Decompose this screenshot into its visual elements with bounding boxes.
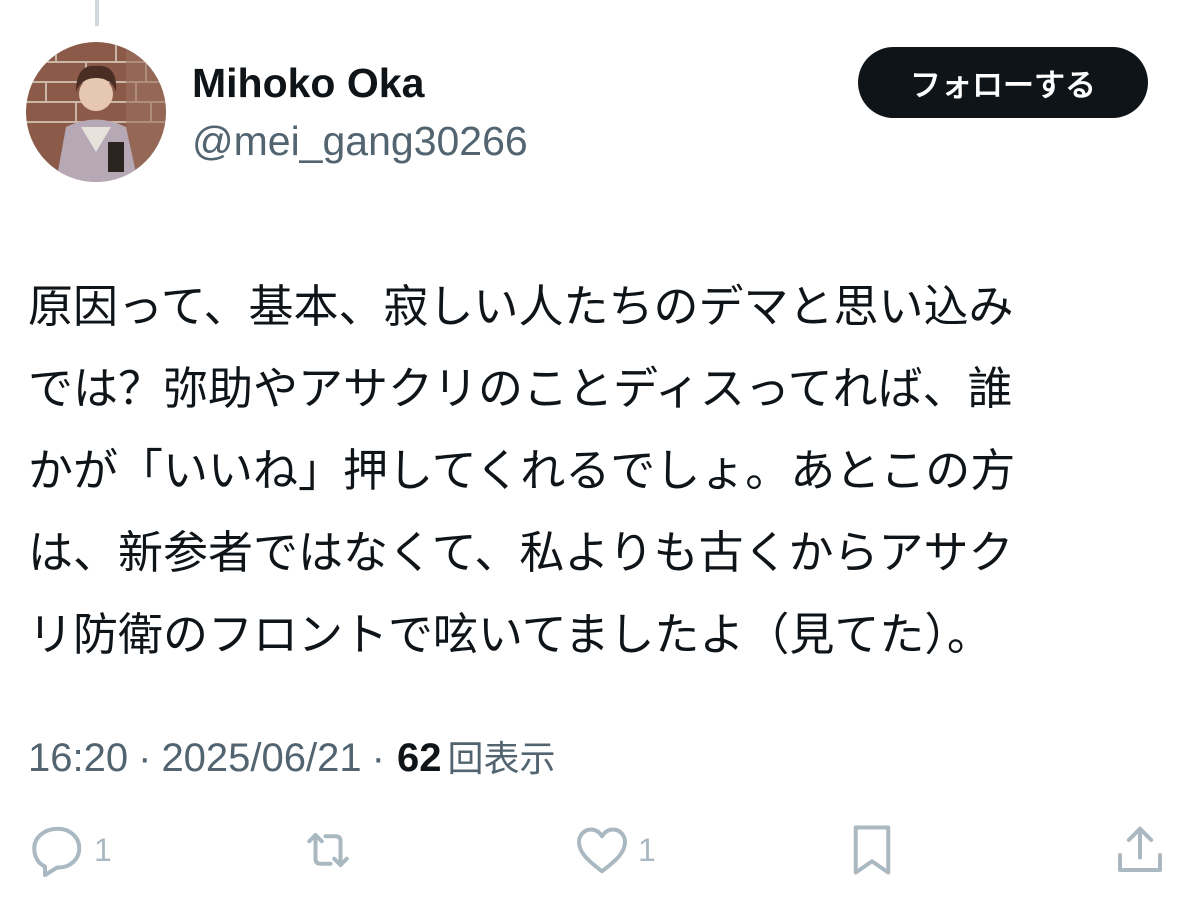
tweet-text-line: リ防衛のフロントで呟いてましたよ（見てた）。 xyxy=(28,609,992,660)
reply-button[interactable]: 1 xyxy=(28,820,112,880)
reply-count: 1 xyxy=(94,831,112,868)
action-bar: 1 1 xyxy=(0,820,1199,900)
retweet-button[interactable] xyxy=(298,820,358,880)
tweet-time[interactable]: 16:20 xyxy=(28,736,128,781)
follow-button[interactable]: フォローする xyxy=(858,47,1148,118)
bookmark-button[interactable] xyxy=(842,820,902,880)
user-handle[interactable]: @mei_gang30266 xyxy=(192,118,528,165)
meta-separator: · xyxy=(138,736,152,780)
retweet-icon xyxy=(307,833,349,867)
views-count[interactable]: 62 xyxy=(397,736,442,781)
share-icon xyxy=(1118,826,1162,872)
tweet-text-line: は、新参者ではなくて、私よりも古くからアサク xyxy=(28,527,1014,578)
thread-connector-line xyxy=(95,0,99,26)
heart-icon xyxy=(577,827,627,874)
tweet-text: 原因って、基本、寂しい人たちのデマと思い込み では？弥助やアサクリのことディスっ… xyxy=(28,266,1148,676)
share-button[interactable] xyxy=(1110,820,1170,880)
tweet-text-line: 原因って、基本、寂しい人たちのデマと思い込み xyxy=(28,281,1014,332)
reply-icon xyxy=(32,826,82,877)
avatar[interactable] xyxy=(26,42,166,182)
tweet-text-line: では？弥助やアサクリのことディスってれば、誰 xyxy=(28,363,1013,414)
display-name[interactable]: Mihoko Oka xyxy=(192,60,424,107)
views-label[interactable]: 回表示 xyxy=(447,730,555,782)
like-count: 1 xyxy=(638,831,656,868)
bookmark-icon xyxy=(853,825,891,875)
tweet-text-line: かが「いいね」押してくれるでしょ。あとこの方 xyxy=(28,445,1016,496)
tweet-metadata: 16:20 · 2025/06/21 · 62 回表示 xyxy=(28,730,555,782)
tweet-date[interactable]: 2025/06/21 xyxy=(161,736,361,781)
meta-separator: · xyxy=(371,736,385,780)
like-button[interactable]: 1 xyxy=(572,820,656,880)
